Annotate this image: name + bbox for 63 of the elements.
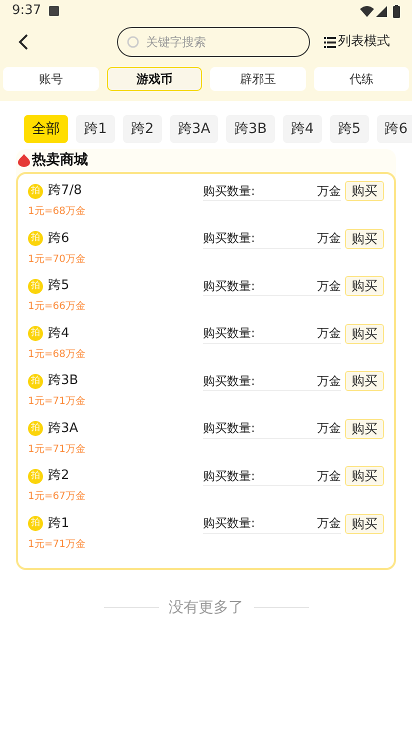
- list-mode-button[interactable]: 列表模式: [324, 32, 390, 52]
- category-tab[interactable]: 辟邪玉: [210, 67, 306, 91]
- server-filter-chip[interactable]: 跨3A: [170, 115, 218, 143]
- auction-badge: 拍: [28, 421, 43, 436]
- auction-badge: 拍: [28, 468, 43, 484]
- buy-button[interactable]: 购买: [345, 276, 384, 296]
- server-name: 跨3A: [48, 420, 80, 438]
- status-time: 9:37: [12, 2, 42, 20]
- buy-button[interactable]: 购买: [345, 514, 384, 534]
- quantity-field[interactable]: 购买数量: 万金: [203, 228, 341, 248]
- search-icon: [127, 36, 140, 48]
- quantity-field[interactable]: 购买数量: 万金: [203, 181, 341, 201]
- quantity-field[interactable]: 购买数量: 万金: [203, 514, 341, 534]
- battery-icon: [393, 4, 400, 18]
- quantity-field[interactable]: 购买数量: 万金: [203, 466, 341, 486]
- server-name: 跨7/8: [48, 182, 83, 200]
- server-filter-chip[interactable]: 跨4: [282, 115, 322, 143]
- quantity-field[interactable]: 购买数量: 万金: [203, 324, 341, 344]
- server-name: 跨2: [48, 467, 70, 486]
- buy-button[interactable]: 购买: [345, 228, 384, 248]
- exchange-rate: 1元=66万金: [28, 300, 86, 314]
- auction-badge: 拍: [28, 374, 43, 388]
- server-filter-chip[interactable]: 全部: [24, 115, 68, 143]
- auction-badge: 拍: [28, 231, 43, 246]
- server-name: 跨3B: [48, 372, 80, 390]
- quantity-field[interactable]: 购买数量: 万金: [203, 371, 341, 391]
- buy-button[interactable]: 购买: [345, 181, 384, 201]
- buy-button[interactable]: 购买: [345, 324, 384, 344]
- server-filter-chip[interactable]: 跨6: [376, 115, 412, 143]
- category-tab[interactable]: 账号: [3, 67, 98, 91]
- server-filter-chip[interactable]: 跨5: [330, 115, 369, 143]
- auction-badge: 拍: [28, 278, 43, 294]
- exchange-rate: 1元=70万金: [28, 252, 86, 266]
- category-tab[interactable]: 代练: [314, 67, 409, 91]
- quantity-field[interactable]: 购买数量: 万金: [203, 276, 341, 296]
- server-filter-chip[interactable]: 跨2: [122, 115, 162, 143]
- server-name: 跨4: [48, 324, 70, 343]
- wifi-icon: [360, 6, 374, 16]
- buy-button[interactable]: 购买: [345, 466, 384, 486]
- buy-button[interactable]: 购买: [345, 371, 384, 391]
- server-filter-chip[interactable]: 跨1: [76, 115, 115, 143]
- exchange-rate: 1元=67万金: [28, 490, 86, 504]
- section-title: 热卖商城: [32, 150, 88, 170]
- exchange-rate: 1元=68万金: [28, 205, 86, 219]
- exchange-rate: 1元=68万金: [28, 348, 86, 362]
- search-field[interactable]: 关键字搜索: [117, 27, 310, 57]
- server-name: 跨1: [48, 514, 70, 533]
- category-tab[interactable]: 游戏币: [106, 67, 202, 91]
- end-of-list-text: 没有更多了: [168, 597, 244, 618]
- exchange-rate: 1元=71万金: [28, 395, 86, 409]
- server-name: 跨5: [48, 277, 70, 296]
- exchange-rate: 1元=71万金: [28, 538, 86, 552]
- server-filter-chip[interactable]: 跨3B: [226, 115, 275, 143]
- server-name: 跨6: [48, 230, 70, 248]
- exchange-rate: 1元=71万金: [28, 442, 86, 456]
- list-icon: [324, 36, 336, 48]
- auction-badge: 拍: [28, 516, 43, 531]
- quantity-field[interactable]: 购买数量: 万金: [203, 418, 341, 438]
- buy-button[interactable]: 购买: [345, 418, 384, 438]
- signal-icon: [376, 6, 387, 16]
- back-icon[interactable]: [18, 34, 30, 50]
- auction-badge: 拍: [28, 326, 43, 341]
- auction-badge: 拍: [28, 184, 43, 198]
